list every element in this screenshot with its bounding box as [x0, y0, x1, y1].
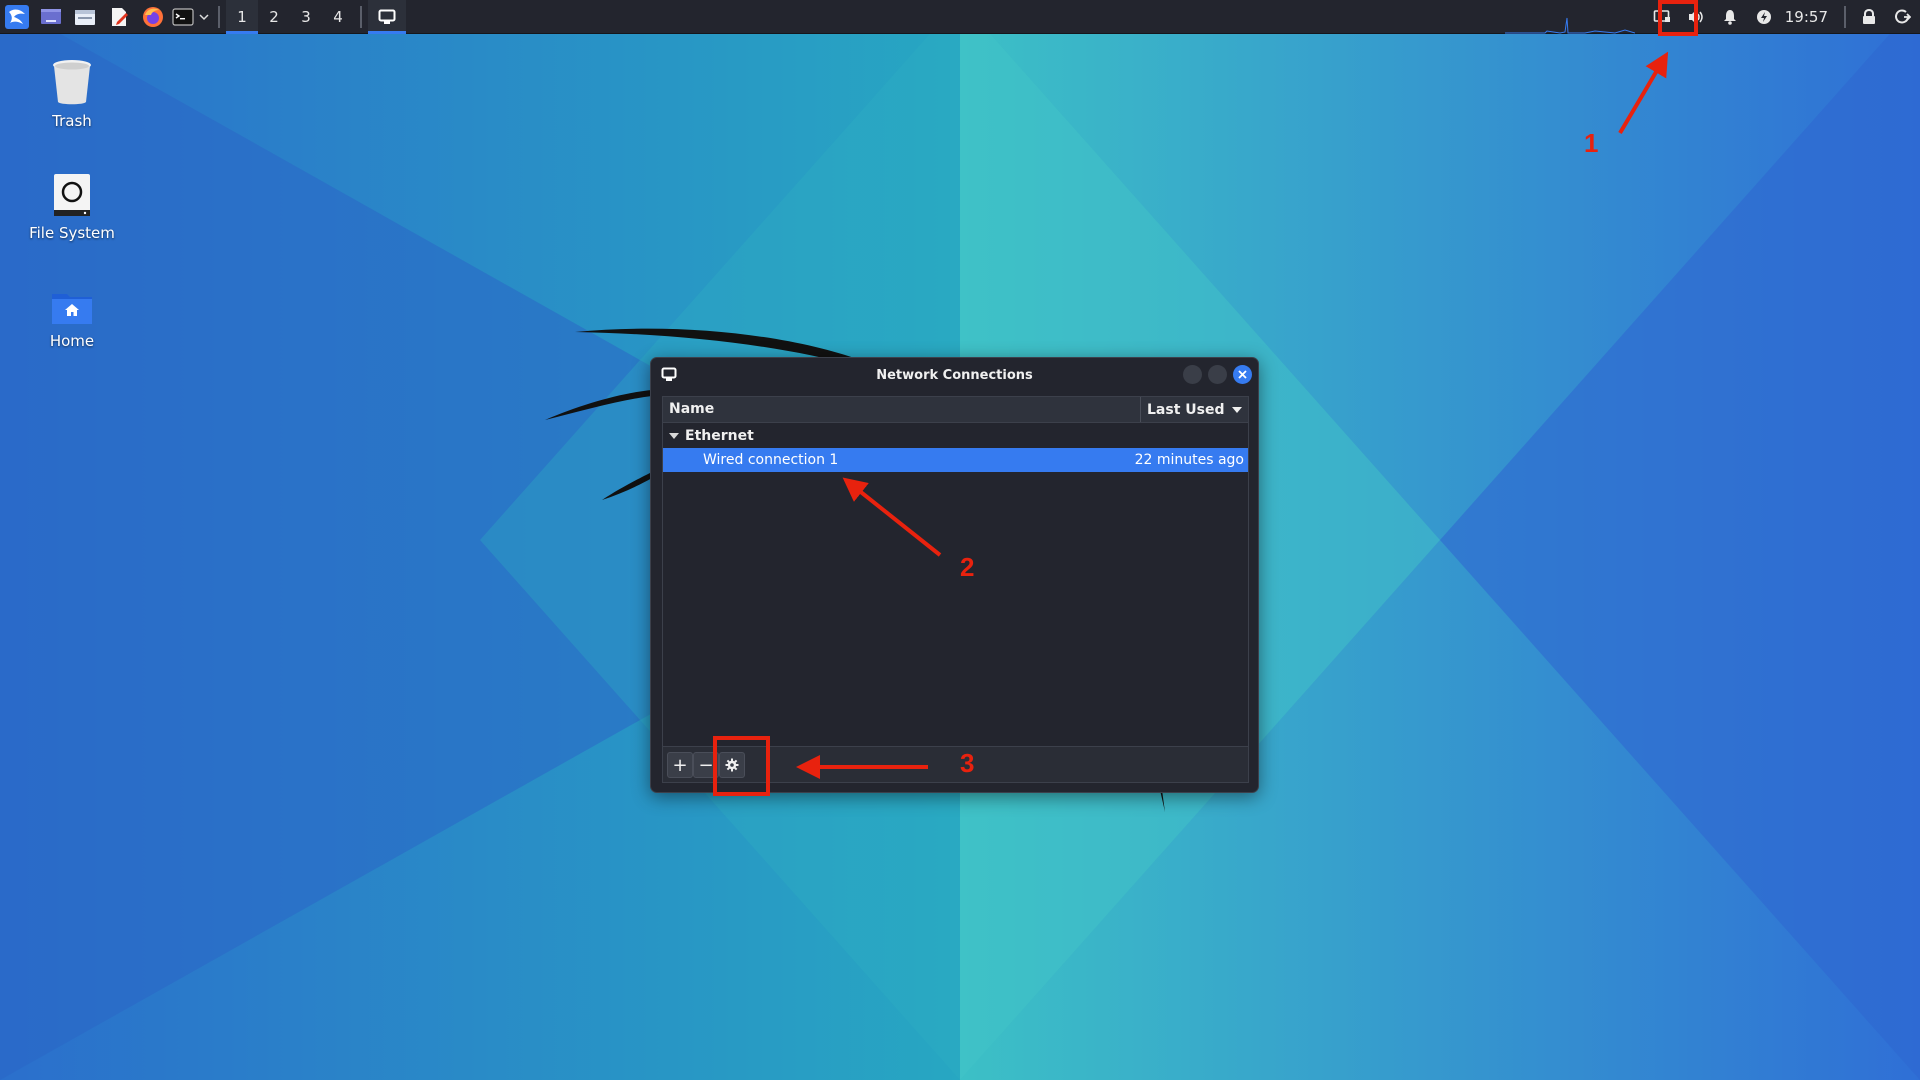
desktop-icon-file-system[interactable]: File System — [12, 172, 132, 242]
power-manager-button[interactable] — [1747, 0, 1781, 34]
file-manager-icon — [75, 9, 95, 25]
text-editor-icon — [112, 7, 128, 26]
firefox-icon — [143, 6, 163, 27]
drive-icon — [54, 174, 90, 216]
show-desktop-button[interactable] — [34, 0, 68, 34]
bell-icon — [1723, 10, 1736, 25]
logout-button[interactable] — [1886, 0, 1920, 34]
panel-separator — [218, 5, 220, 28]
column-header-last-used-label: Last Used — [1147, 401, 1225, 418]
kali-menu-icon — [5, 4, 29, 29]
desktop-icon-home[interactable]: Home — [12, 290, 132, 350]
panel-left: 1 2 3 4 — [0, 0, 406, 34]
add-connection-button[interactable]: + — [667, 752, 693, 778]
firefox-button[interactable] — [136, 0, 170, 34]
terminal-icon — [172, 7, 194, 26]
desktop-icon-label: File System — [29, 224, 115, 242]
column-header-name[interactable]: Name — [663, 397, 1141, 422]
annotation-box-1 — [1658, 0, 1698, 36]
close-icon — [1238, 370, 1247, 379]
desktop-icon-trash[interactable]: Trash — [12, 58, 132, 130]
logout-icon — [1895, 9, 1911, 24]
chevron-down-icon — [199, 13, 209, 20]
panel-right: 19:57 — [1504, 0, 1920, 34]
clock[interactable]: 19:57 — [1781, 8, 1838, 26]
annotation-number-2: 2 — [960, 552, 975, 582]
window-title: Network Connections — [876, 367, 1033, 383]
expander-down-icon[interactable] — [669, 432, 679, 440]
workspace-4[interactable]: 4 — [322, 0, 354, 34]
notifications-button[interactable] — [1713, 0, 1747, 34]
taskbar-network-connections[interactable] — [368, 0, 406, 34]
network-window-icon — [378, 9, 396, 24]
network-window-icon — [661, 367, 677, 381]
desktop-icon-label: Trash — [52, 112, 92, 130]
desktop-icon — [41, 8, 61, 24]
kali-menu-button[interactable] — [0, 0, 34, 34]
window-titlebar[interactable]: Network Connections — [651, 358, 1258, 392]
power-status-icon — [1756, 10, 1771, 24]
lock-screen-button[interactable] — [1852, 0, 1886, 34]
connection-last-used: 22 minutes ago — [1134, 452, 1244, 468]
lock-icon — [1863, 9, 1875, 24]
column-header-last-used[interactable]: Last Used — [1141, 397, 1248, 422]
annotation-box-3 — [713, 736, 770, 796]
panel-separator — [360, 5, 362, 28]
close-button[interactable] — [1233, 365, 1252, 384]
desktop-icon-label: Home — [49, 332, 95, 350]
group-label: Ethernet — [685, 427, 754, 444]
maximize-button[interactable] — [1208, 365, 1227, 384]
network-connections-window: Network Connections Name Last Used Ether… — [650, 357, 1259, 793]
panel-separator — [1844, 6, 1846, 28]
annotation-number-3: 3 — [960, 748, 975, 778]
workspace-3[interactable]: 3 — [290, 0, 322, 34]
terminal-button[interactable] — [170, 0, 196, 34]
window-controls — [1183, 365, 1252, 384]
group-row-ethernet[interactable]: Ethernet — [663, 423, 1248, 448]
home-folder-icon — [52, 294, 92, 324]
file-manager-button[interactable] — [68, 0, 102, 34]
trash-icon — [53, 60, 91, 105]
terminal-dropdown-button[interactable] — [196, 0, 212, 34]
minimize-button[interactable] — [1183, 365, 1202, 384]
workspace-1[interactable]: 1 — [226, 0, 258, 34]
annotation-number-1: 1 — [1584, 128, 1599, 158]
connections-treeview: Name Last Used Ethernet Wired connection… — [662, 396, 1249, 783]
treeview-header: Name Last Used — [663, 397, 1248, 423]
text-editor-button[interactable] — [102, 0, 136, 34]
top-panel: 1 2 3 4 19:57 — [0, 0, 1920, 34]
sort-descending-icon — [1232, 406, 1242, 413]
connection-row-wired-1[interactable]: Wired connection 1 22 minutes ago — [663, 448, 1248, 472]
workspace-2[interactable]: 2 — [258, 0, 290, 34]
connection-name: Wired connection 1 — [703, 452, 839, 468]
network-load-graph — [1504, 0, 1635, 34]
